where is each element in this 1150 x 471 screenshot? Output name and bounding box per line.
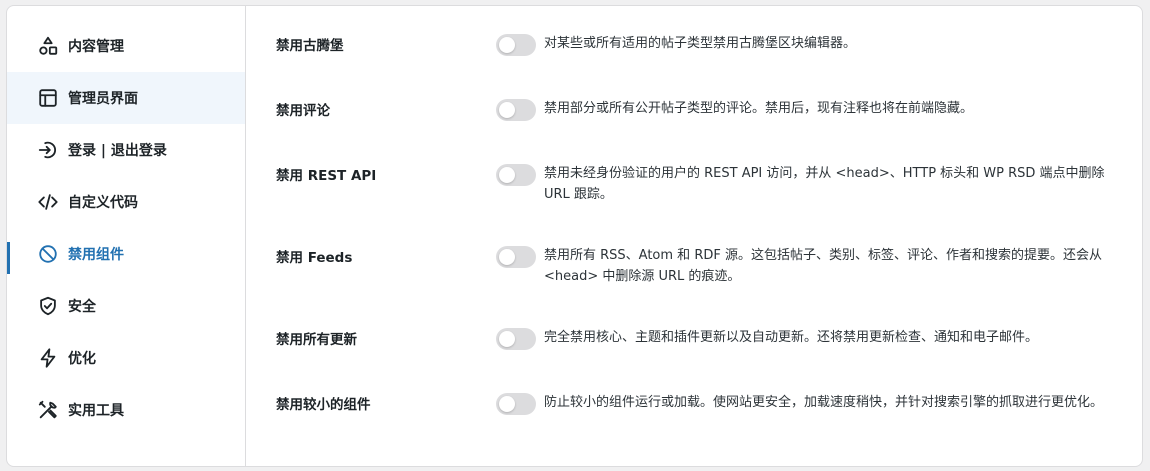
setting-label: 禁用评论 — [276, 103, 330, 119]
toggle-knob — [499, 396, 515, 412]
setting-description: 完全禁用核心、主题和插件更新以及自动更新。还将禁用更新检查、通知和电子邮件。 — [544, 330, 1039, 345]
toggle-knob — [499, 249, 515, 265]
disable-comments-toggle[interactable] — [496, 99, 536, 121]
setting-description: 防止较小的组件运行或加载。使网站更安全，加载速度稍快，并针对搜索引擎的抓取进行更… — [544, 395, 1104, 410]
toggle-knob — [499, 331, 515, 347]
sidebar-item-label: 内容管理 — [68, 39, 124, 55]
code-icon — [37, 191, 59, 213]
disable-feeds-toggle[interactable] — [496, 246, 536, 268]
setting-label: 禁用 Feeds — [276, 250, 353, 266]
sidebar-item-security[interactable]: 安全 — [7, 280, 245, 332]
setting-row: 禁用 REST API 禁用未经身份验证的用户的 REST API 访问，并从 … — [246, 158, 1142, 240]
setting-label: 禁用较小的组件 — [276, 397, 371, 413]
tools-icon — [37, 399, 59, 421]
sidebar-item-login-logout[interactable]: 登录 | 退出登录 — [7, 124, 245, 176]
setting-row: 禁用评论 禁用部分或所有公开帖子类型的评论。禁用后，现有注释也将在前端隐藏。 — [246, 93, 1142, 158]
sidebar-item-label: 自定义代码 — [68, 195, 138, 211]
settings-main: 禁用古腾堡 对某些或所有适用的帖子类型禁用古腾堡区块编辑器。 禁用评论 禁用部分… — [246, 6, 1142, 466]
setting-row: 禁用古腾堡 对某些或所有适用的帖子类型禁用古腾堡区块编辑器。 — [246, 28, 1142, 93]
sidebar-item-admin-interface[interactable]: 管理员界面 — [7, 72, 245, 124]
sidebar-item-label: 安全 — [68, 299, 96, 315]
login-icon — [37, 139, 59, 161]
sidebar-item-disable-components[interactable]: 禁用组件 — [7, 228, 245, 280]
shapes-icon — [37, 35, 59, 57]
settings-panel: 内容管理 管理员界面 登录 | 退出登录 自定义代码 禁用组件 安全 优化 实用… — [6, 5, 1143, 467]
setting-description: 禁用所有 RSS、Atom 和 RDF 源。这包括帖子、类别、标签、评论、作者和… — [544, 248, 1102, 284]
setting-description: 禁用部分或所有公开帖子类型的评论。禁用后，现有注释也将在前端隐藏。 — [544, 101, 974, 116]
disable-all-updates-toggle[interactable] — [496, 328, 536, 350]
disable-rest-api-toggle[interactable] — [496, 164, 536, 186]
setting-row: 禁用较小的组件 防止较小的组件运行或加载。使网站更安全，加载速度稍快，并针对搜索… — [246, 387, 1142, 447]
setting-label: 禁用所有更新 — [276, 332, 357, 348]
sidebar-item-label: 实用工具 — [68, 403, 124, 419]
lightning-icon — [37, 347, 59, 369]
shield-check-icon — [37, 295, 59, 317]
sidebar-item-custom-code[interactable]: 自定义代码 — [7, 176, 245, 228]
setting-label: 禁用古腾堡 — [276, 38, 344, 54]
sidebar-item-utilities[interactable]: 实用工具 — [7, 384, 245, 436]
setting-label: 禁用 REST API — [276, 168, 377, 184]
setting-row: 禁用所有更新 完全禁用核心、主题和插件更新以及自动更新。还将禁用更新检查、通知和… — [246, 322, 1142, 387]
sidebar: 内容管理 管理员界面 登录 | 退出登录 自定义代码 禁用组件 安全 优化 实用… — [7, 6, 246, 466]
setting-description: 对某些或所有适用的帖子类型禁用古腾堡区块编辑器。 — [544, 36, 857, 51]
disable-smaller-components-toggle[interactable] — [496, 393, 536, 415]
ban-icon — [37, 243, 59, 265]
sidebar-item-optimization[interactable]: 优化 — [7, 332, 245, 384]
sidebar-item-label: 禁用组件 — [68, 247, 124, 263]
disable-gutenberg-toggle[interactable] — [496, 34, 536, 56]
sidebar-item-label: 管理员界面 — [68, 91, 138, 107]
setting-description: 禁用未经身份验证的用户的 REST API 访问，并从 <head>、HTTP … — [544, 166, 1105, 202]
toggle-knob — [499, 37, 515, 53]
sidebar-item-content-management[interactable]: 内容管理 — [7, 20, 245, 72]
setting-row: 禁用 Feeds 禁用所有 RSS、Atom 和 RDF 源。这包括帖子、类别、… — [246, 240, 1142, 322]
layout-icon — [37, 87, 59, 109]
toggle-knob — [499, 102, 515, 118]
toggle-knob — [499, 167, 515, 183]
sidebar-item-label: 登录 | 退出登录 — [68, 143, 167, 159]
sidebar-item-label: 优化 — [68, 351, 96, 367]
